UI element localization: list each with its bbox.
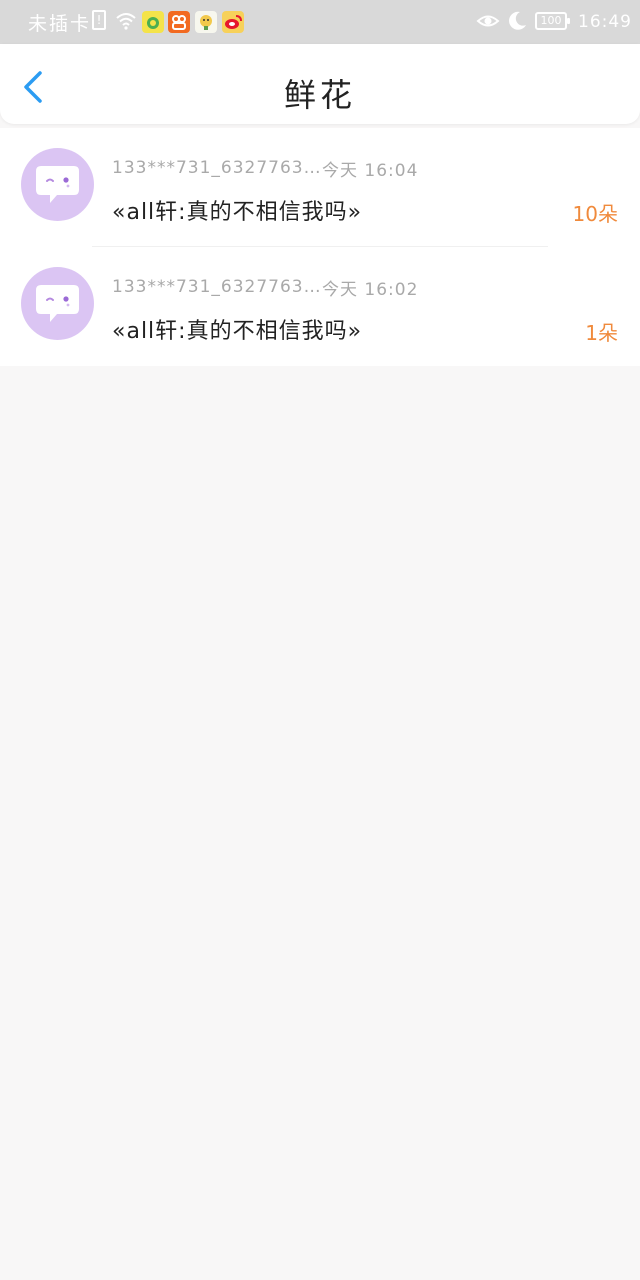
avatar	[21, 148, 94, 221]
weibo-icon	[222, 11, 244, 33]
moon-icon	[506, 10, 528, 36]
flower-count: 10朵	[572, 202, 618, 226]
app-notification-icon	[168, 11, 190, 33]
list-item[interactable]: 133***731_6327763… 今天 16:02 «all轩:真的不相信我…	[0, 247, 640, 366]
eye-comfort-icon	[476, 11, 500, 35]
chat-bubble-icon	[36, 166, 79, 203]
chat-bubble-icon	[36, 285, 79, 322]
sim-alert-icon: !	[92, 10, 106, 30]
wifi-icon	[115, 11, 137, 35]
top-nav-bar: 鲜花	[0, 44, 640, 124]
gift-list: 133***731_6327763… 今天 16:04 «all轩:真的不相信我…	[0, 128, 640, 366]
list-item[interactable]: 133***731_6327763… 今天 16:04 «all轩:真的不相信我…	[0, 128, 640, 247]
flower-count: 1朵	[585, 321, 618, 345]
timestamp: 今天 16:02	[322, 280, 419, 300]
sender-name: 133***731_6327763…	[112, 277, 322, 297]
gift-message: «all轩:真的不相信我吗»	[112, 319, 363, 344]
timestamp: 今天 16:04	[322, 161, 419, 181]
status-bar: 未插卡 ! 100 16:49	[0, 0, 640, 44]
carrier-label: 未插卡	[28, 13, 92, 35]
battery-icon: 100	[535, 12, 570, 30]
avatar	[21, 267, 94, 340]
clock: 16:49	[578, 12, 632, 32]
app-notification-icon	[142, 11, 164, 33]
gift-message: «all轩:真的不相信我吗»	[112, 200, 363, 225]
app-notification-icon	[195, 11, 217, 33]
sender-name: 133***731_6327763…	[112, 158, 322, 178]
page-title: 鲜花	[283, 76, 356, 114]
